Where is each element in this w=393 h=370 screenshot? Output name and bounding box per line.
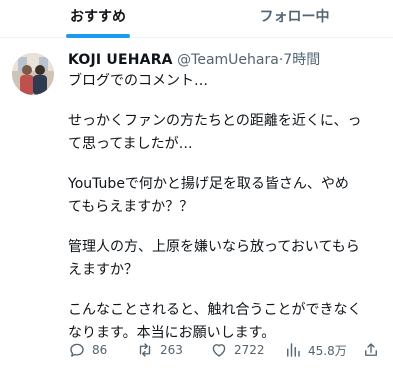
share-button[interactable] — [362, 338, 386, 362]
retweet-icon — [139, 343, 151, 357]
tweet-text-line: て思ってましたが… — [68, 136, 193, 152]
reply-count: 86 — [92, 343, 108, 357]
author-handle[interactable]: @TeamUehara — [177, 52, 279, 68]
timeline-tabs: おすすめ フォロー中 — [0, 0, 393, 38]
tweet-text-line: てもらえますか？？ — [68, 199, 194, 215]
tweet-text-line: えますか？ — [68, 262, 138, 278]
retweet-count: 263 — [160, 343, 183, 357]
views-button[interactable]: 45.8万 — [284, 338, 347, 362]
share-icon — [365, 343, 377, 356]
tweet-text-line: こんなことされると、触れ合うことができなく — [68, 302, 362, 318]
tweet-header: KOJI UEHARA @TeamUehara·7時間 — [68, 50, 388, 70]
tweet-actions: 86 263 2722 45.8万 — [60, 338, 390, 362]
like-button[interactable]: 2722 — [210, 338, 265, 362]
tweet-text-line: せっかくファンの方たちとの距離を近くに、っ — [68, 113, 362, 129]
tweet-time[interactable]: 7時間 — [283, 52, 320, 68]
tab-recommended[interactable]: おすすめ — [0, 0, 196, 38]
like-count: 2722 — [234, 343, 265, 357]
reply-icon — [70, 343, 84, 357]
avatar-photo-icon — [12, 53, 54, 95]
views-count: 45.8万 — [308, 343, 347, 358]
views-chart-icon — [287, 343, 300, 357]
reply-button[interactable]: 86 — [68, 338, 107, 362]
tweet-text-line: YouTubeで何かと揚げ足を取る皆さん、やめ — [68, 176, 349, 192]
avatar[interactable] — [12, 53, 54, 95]
tab-following[interactable]: フォロー中 — [196, 0, 393, 38]
tweet-text-line: 管理人の方、上原を嫌いなら放っておいてもら — [68, 239, 360, 255]
active-tab-indicator — [66, 34, 130, 38]
tweet-text-line: ブログでのコメント… — [68, 73, 208, 89]
retweet-button[interactable]: 263 — [136, 338, 183, 362]
heart-icon — [212, 344, 226, 357]
author-name[interactable]: KOJI UEHARA — [68, 52, 173, 68]
